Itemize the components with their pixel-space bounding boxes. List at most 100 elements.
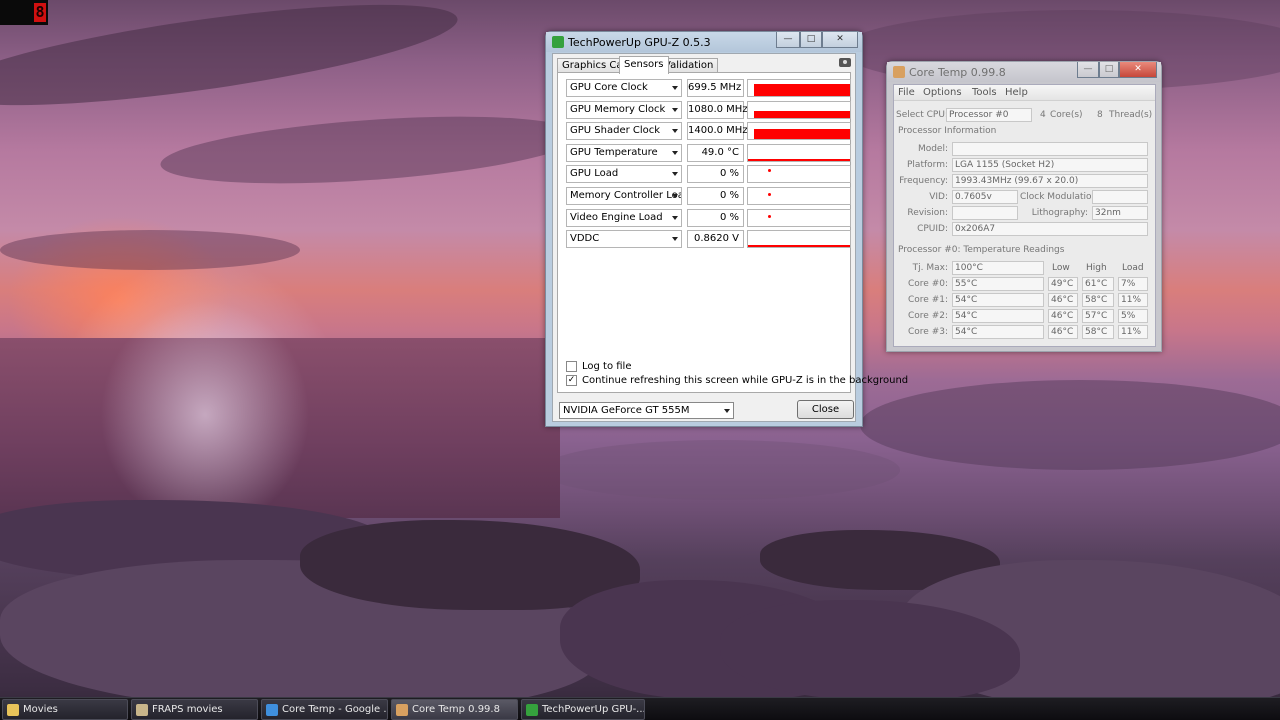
maximize-button[interactable]: □ [800,32,822,48]
gpuz-client-area: Graphics Card Sensors Validation GPU Cor… [552,53,908,422]
maximize-button[interactable]: □ [1099,62,1119,78]
close-window-button[interactable]: ✕ [822,32,858,48]
sensor-name-dropdown[interactable]: GPU Shader Clock [566,122,682,141]
menu-help[interactable]: Help [1005,87,1028,98]
sensor-name-dropdown[interactable]: GPU Memory Clock [566,100,682,119]
sensor-name: GPU Temperature [570,146,658,158]
taskbar-button[interactable]: Movies [2,699,128,720]
vid-value: 0.7605v [952,190,1018,204]
coretemp-window: Core Temp 0.99.8 — □ ✕ File Options Tool… [886,61,1162,352]
sensor-value: 1400.0 MHz [687,122,748,141]
frequency-value: 1993.43MHz (99.67 x 20.0) [952,174,1148,188]
chevron-down-icon [672,86,678,90]
lithography-value: 32nm [1092,206,1148,220]
col-low-header: Low [1052,263,1070,273]
tjmax-label: Tj. Max: [912,263,948,273]
minimize-button[interactable]: — [776,32,800,48]
taskbar-button[interactable]: TechPowerUp GPU-... [521,699,645,720]
tab-sensors[interactable]: Sensors [619,56,669,74]
gpu-select-value: NVIDIA GeForce GT 555M [563,405,690,416]
core-temp: 55°C [952,277,1044,291]
tjmax-value: 100°C [952,261,1044,275]
log-to-file-label: Log to file [582,361,632,372]
gpuz-title: TechPowerUp GPU-Z 0.5.3 [568,36,711,49]
sensor-name-dropdown[interactable]: GPU Core Clock [566,79,682,97]
taskbar-button[interactable]: FRAPS movies [131,699,258,720]
cores-label: Core(s) [1050,110,1083,120]
sensor-graph [747,100,851,119]
core-low: 46°C [1048,325,1078,339]
revision-label: Revision: [907,208,948,218]
graph-fill [754,110,850,118]
taskbar-button[interactable]: Core Temp 0.99.8 [391,699,518,720]
select-cpu-dropdown[interactable]: Processor #0 [946,108,1032,122]
gpuz-app-icon [552,36,564,48]
core-high: 57°C [1082,309,1114,323]
threads-label: Thread(s) [1109,110,1153,120]
sensor-row: Memory Controller Load 0 % [566,187,852,205]
cpuid-label: CPUID: [917,224,948,234]
coretemp-menubar: File Options Tools Help [894,85,1155,101]
continue-refresh-label: Continue refreshing this screen while GP… [582,375,909,386]
sensor-name-dropdown[interactable]: GPU Temperature [566,143,682,162]
close-button-label: Close [811,404,840,415]
sensor-value: 0.8620 V [687,230,744,249]
coretemp-title: Core Temp 0.99.8 [909,66,1006,79]
clock-modulation-label: Clock Modulation: [1020,192,1101,202]
graph-point [768,193,771,196]
coretemp-icon [396,704,408,716]
graph-point [768,169,771,173]
sensor-name-dropdown[interactable]: Memory Controller Load [566,187,682,205]
menu-tools[interactable]: Tools [972,87,997,98]
sensor-name-dropdown[interactable]: GPU Load [566,165,682,184]
graph-fill [754,129,850,140]
core-load: 11% [1118,325,1148,339]
minimize-button[interactable]: — [1077,62,1099,78]
lithography-label: Lithography: [1031,208,1088,218]
coretemp-app-icon [893,66,905,78]
select-cpu-value: Processor #0 [949,110,1009,120]
sensor-row: GPU Temperature 49.0 °C [566,143,852,162]
core-high: 58°C [1082,293,1114,307]
col-high-header: High [1086,263,1107,273]
close-button[interactable]: Close [797,400,854,419]
sensor-graph [747,187,851,205]
gpuz-titlebar[interactable]: TechPowerUp GPU-Z 0.5.3 — □ ✕ [546,32,862,52]
chevron-down-icon [672,107,678,112]
chevron-down-icon [672,194,678,198]
sensor-value: 0 % [687,208,744,227]
core-low: 46°C [1048,293,1078,307]
log-to-file-checkbox[interactable] [566,361,577,372]
screenshot-camera-icon[interactable] [839,58,851,67]
tab-label: Validation [664,60,714,71]
frequency-label: Frequency: [899,176,948,186]
graph-fill [748,158,850,161]
gpu-select-dropdown[interactable]: NVIDIA GeForce GT 555M [559,402,734,419]
close-window-button[interactable]: ✕ [1119,62,1157,78]
sensor-name-dropdown[interactable]: Video Engine Load [566,208,682,227]
model-value [952,142,1148,156]
cores-count: 4 [1040,110,1046,120]
menu-file[interactable]: File [898,87,915,98]
core-temp: 54°C [952,293,1044,307]
continue-refresh-checkbox[interactable]: ✓ [566,375,577,386]
sensor-name-dropdown[interactable]: VDDC [566,230,682,249]
chevron-down-icon [672,129,678,134]
sensor-name: GPU Shader Clock [570,125,661,137]
chevron-down-icon [672,237,678,242]
platform-label: Platform: [907,160,948,170]
taskbar-button[interactable]: Core Temp - Google ... [261,699,388,720]
sensor-row: GPU Shader Clock 1400.0 MHz [566,122,852,141]
temperature-readings-header: Processor #0: Temperature Readings [898,245,1065,255]
sensor-graph [747,122,851,141]
core-temp: 54°C [952,309,1044,323]
coretemp-titlebar[interactable]: Core Temp 0.99.8 — □ ✕ [887,62,1161,82]
gpuz-window: TechPowerUp GPU-Z 0.5.3 — □ ✕ Graphics C… [545,31,908,427]
sensor-row: GPU Core Clock 699.5 MHz [566,79,852,97]
sensor-name: VDDC [570,233,600,245]
model-label: Model: [917,144,948,154]
menu-options[interactable]: Options [923,87,962,98]
sensor-row: VDDC 0.8620 V [566,230,852,249]
core-load: 7% [1118,277,1148,291]
sensor-value: 0 % [687,187,744,205]
